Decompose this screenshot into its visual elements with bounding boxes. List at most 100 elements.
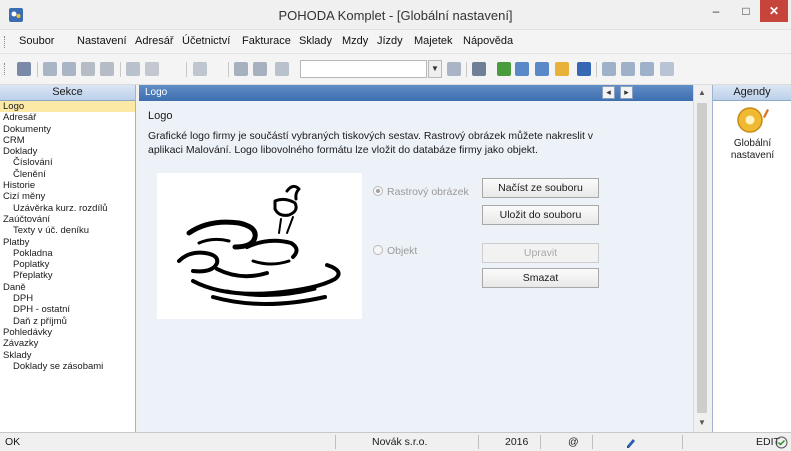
navigate-icon[interactable] — [145, 62, 159, 76]
section-cleneni[interactable]: Členění — [0, 169, 135, 180]
menu-ucetnictvi[interactable]: Účetnictví — [182, 35, 230, 47]
section-doklady[interactable]: Doklady — [0, 146, 135, 157]
section-uzaverka[interactable]: Uzávěrka kurz. rozdílů — [0, 203, 135, 214]
section-pokladna[interactable]: Pokladna — [0, 248, 135, 259]
section-description: Grafické logo firmy je součástí vybranýc… — [148, 130, 594, 156]
section-dan-z-prijmu[interactable]: Daň z příjmů — [0, 316, 135, 327]
radio-raster-label: Rastrový obrázek — [387, 186, 469, 198]
delete-button[interactable]: Smazat — [482, 268, 599, 288]
ban-icon[interactable] — [577, 62, 591, 76]
sections-header: Sekce — [0, 85, 135, 101]
table-icon[interactable] — [515, 62, 529, 76]
section-cislovani[interactable]: Číslování — [0, 157, 135, 168]
title-bar: POHODA Komplet - [Globální nastavení] – … — [0, 0, 791, 30]
folder-icon[interactable] — [472, 62, 486, 76]
menu-napoveda[interactable]: Nápověda — [463, 35, 513, 47]
edit-button[interactable]: Upravit — [482, 243, 599, 263]
calculator-icon[interactable] — [535, 62, 549, 76]
previous-arrow-icon[interactable]: ◂ — [602, 86, 615, 99]
toolbar-separator — [228, 62, 229, 77]
section-sklady[interactable]: Sklady — [0, 350, 135, 361]
toolbar-separator — [466, 62, 467, 77]
section-dokumenty[interactable]: Dokumenty — [0, 124, 135, 135]
menu-mzdy[interactable]: Mzdy — [342, 35, 368, 47]
radio-object-option[interactable]: Objekt — [373, 245, 417, 257]
close-button[interactable]: ✕ — [760, 0, 788, 22]
menu-nastaveni[interactable]: Nastavení — [77, 35, 127, 47]
section-dph-ostatni[interactable]: DPH - ostatní — [0, 304, 135, 315]
menu-majetek[interactable]: Majetek — [414, 35, 453, 47]
print-preview-icon[interactable] — [62, 62, 76, 76]
menu-bar: Soubor Nastavení Adresář Účetnictví Fakt… — [0, 30, 791, 54]
menu-fakturace[interactable]: Fakturace — [242, 35, 291, 47]
status-year: 2016 — [505, 436, 529, 448]
new-record-icon[interactable] — [100, 62, 114, 76]
toolbar-separator — [596, 62, 597, 77]
menu-soubor[interactable]: Soubor — [19, 35, 54, 47]
status-divider — [682, 435, 683, 449]
edit-record-icon[interactable] — [126, 62, 140, 76]
settings-gear-icon[interactable] — [735, 105, 769, 135]
refresh-icon[interactable] — [497, 62, 511, 76]
menu-jizdy[interactable]: Jízdy — [377, 35, 403, 47]
agendy-header: Agendy — [713, 85, 791, 101]
grid-icon[interactable] — [621, 62, 635, 76]
section-preplatky[interactable]: Přeplatky — [0, 270, 135, 281]
minimize-button[interactable]: – — [701, 0, 731, 22]
scroll-down-icon[interactable]: ▼ — [694, 415, 710, 431]
section-pohledavky[interactable]: Pohledávky — [0, 327, 135, 338]
chevron-down-icon[interactable]: ▼ — [428, 60, 442, 78]
next-arrow-icon[interactable]: ▸ — [620, 86, 633, 99]
print-icon[interactable] — [43, 62, 57, 76]
list-icon[interactable] — [602, 62, 616, 76]
radio-raster-option[interactable]: Rastrový obrázek — [373, 186, 469, 198]
toolbar-separator — [120, 62, 121, 77]
section-zauctovani[interactable]: Zaúčtování — [0, 214, 135, 225]
maximize-button[interactable]: □ — [731, 0, 761, 22]
user-icon[interactable] — [555, 62, 569, 76]
status-company: Novák s.r.o. — [372, 436, 428, 448]
logo-preview — [157, 173, 362, 319]
section-logo[interactable]: Logo — [0, 101, 135, 113]
section-zavazky[interactable]: Závazky — [0, 338, 135, 349]
section-crm[interactable]: CRM — [0, 135, 135, 146]
vertical-scrollbar[interactable]: ▲ ▼ — [693, 85, 710, 432]
section-texty[interactable]: Texty v úč. deníku — [0, 225, 135, 236]
save-all-icon[interactable] — [253, 62, 267, 76]
load-from-file-button[interactable]: Načíst ze souboru — [482, 178, 599, 198]
section-platby[interactable]: Platby — [0, 237, 135, 248]
toolbar-search-input[interactable] — [300, 60, 427, 78]
status-divider — [592, 435, 593, 449]
menu-adresar[interactable]: Adresář — [135, 35, 174, 47]
section-poplatky[interactable]: Poplatky — [0, 259, 135, 270]
section-doklady-se-zasobami[interactable]: Doklady se zásobami — [0, 361, 135, 372]
open-icon[interactable] — [81, 62, 95, 76]
menu-sklady[interactable]: Sklady — [299, 35, 332, 47]
agendy-item-global-settings[interactable]: Globální nastavení — [713, 138, 791, 162]
section-cizi-meny[interactable]: Cizí měny — [0, 191, 135, 202]
section-historie[interactable]: Historie — [0, 180, 135, 191]
status-divider — [335, 435, 336, 449]
status-at: @ — [568, 436, 579, 448]
columns-icon[interactable] — [640, 62, 654, 76]
toolbar-grip[interactable] — [4, 63, 7, 75]
section-dph[interactable]: DPH — [0, 293, 135, 304]
radio-raster[interactable] — [373, 186, 383, 196]
arrow-icon[interactable] — [193, 62, 207, 76]
main-content: Logo ◂ ▸ Logo Grafické logo firmy je sou… — [139, 85, 693, 432]
filter-icon[interactable] — [447, 62, 461, 76]
save-icon[interactable] — [234, 62, 248, 76]
toolbar-separator — [186, 62, 187, 77]
copy-icon[interactable] — [275, 62, 289, 76]
toolbar-separator — [37, 62, 38, 77]
help-icon[interactable] — [660, 62, 674, 76]
scroll-thumb[interactable] — [697, 103, 707, 413]
status-state: OK — [5, 436, 21, 448]
radio-object[interactable] — [373, 245, 383, 255]
section-dane[interactable]: Daně — [0, 282, 135, 293]
save-to-file-button[interactable]: Uložit do souboru — [482, 205, 599, 225]
document-icon[interactable] — [17, 62, 31, 76]
section-adresar[interactable]: Adresář — [0, 112, 135, 123]
scroll-up-icon[interactable]: ▲ — [694, 85, 710, 101]
menu-grip[interactable] — [4, 36, 7, 48]
